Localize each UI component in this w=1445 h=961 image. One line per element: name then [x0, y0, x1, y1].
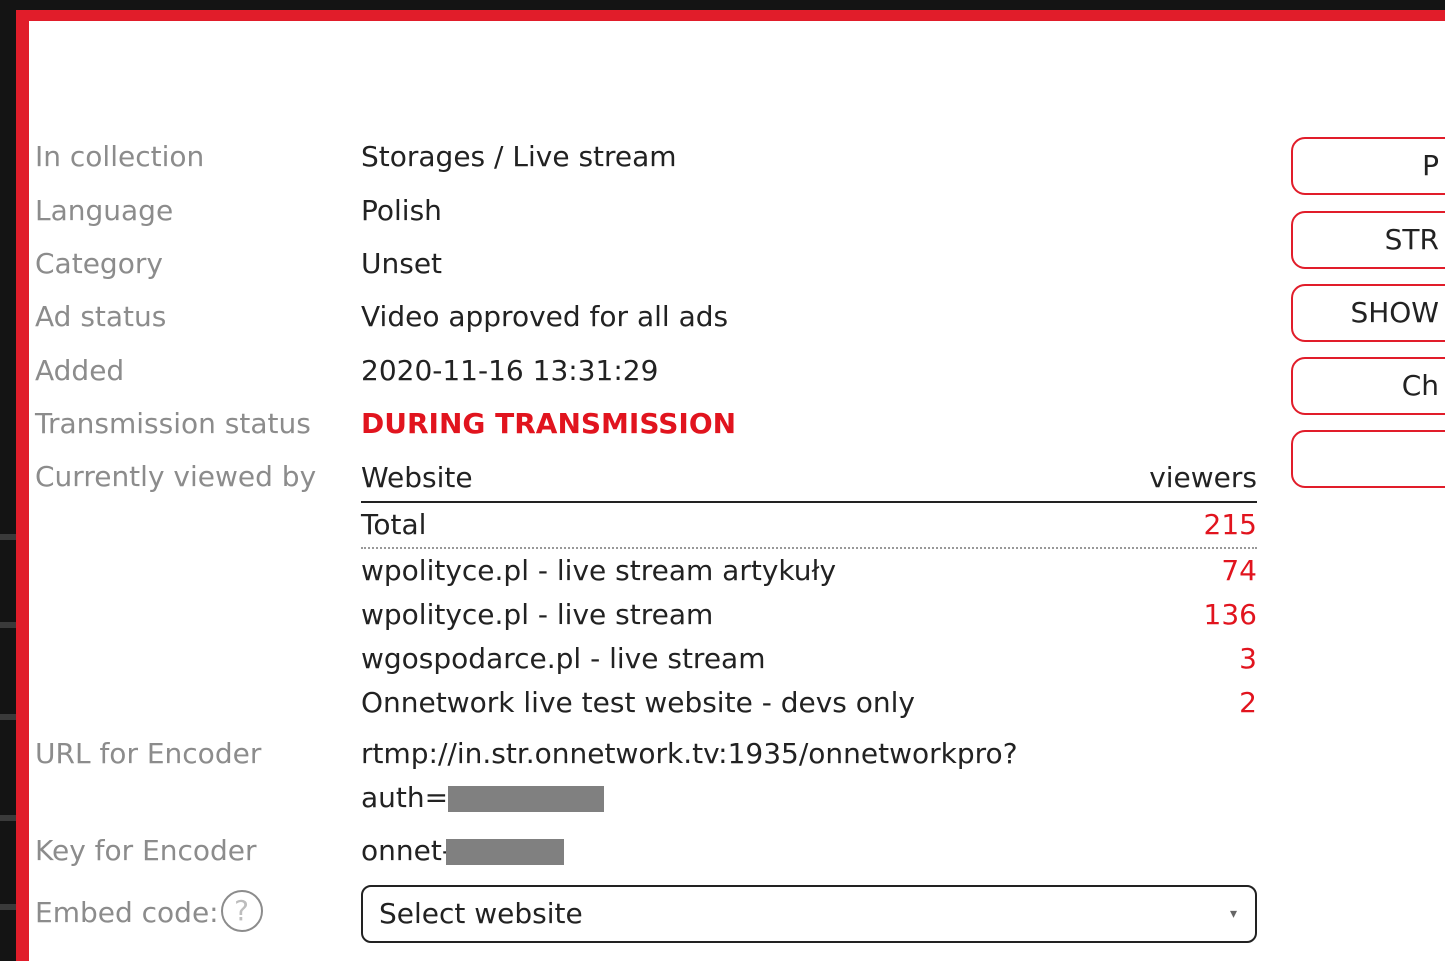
viewers-table-header: Website viewers [361, 457, 1257, 503]
background-stripe [0, 622, 16, 628]
embed-code-text: Embed code: [35, 896, 219, 929]
website-name: wpolityce.pl - live stream [361, 598, 714, 631]
embed-code-label: Embed code:? [35, 890, 263, 932]
table-row: wpolityce.pl - live stream 136 [361, 593, 1257, 637]
category-label: Category [35, 247, 163, 280]
transmission-status-label: Transmission status [35, 407, 311, 440]
side-button-ch[interactable]: Ch [1291, 357, 1445, 415]
website-name: Onnetwork live test website - devs only [361, 686, 915, 719]
encoder-auth-prefix: auth= [361, 781, 449, 814]
side-button-show[interactable]: SHOW [1291, 284, 1445, 342]
table-row: wgospodarce.pl - live stream 3 [361, 637, 1257, 681]
table-row: wpolityce.pl - live stream artykuły 74 [361, 549, 1257, 593]
viewer-count: 74 [1221, 554, 1257, 587]
website-name: wpolityce.pl - live stream artykuły [361, 554, 837, 587]
ad-status-value: Video approved for all ads [361, 300, 729, 333]
background-stripe [0, 534, 16, 540]
help-icon[interactable]: ? [220, 890, 263, 932]
website-select[interactable]: Select website ▾ [361, 885, 1257, 943]
website-select-value: Select website [379, 897, 583, 930]
encoder-key-value: onnet- [361, 833, 564, 869]
background-stripe [0, 904, 16, 910]
total-label: Total [361, 508, 427, 541]
language-label: Language [35, 194, 174, 227]
video-details-panel: In collection Language Category Ad statu… [16, 10, 1445, 961]
encoder-url-label: URL for Encoder [35, 737, 262, 770]
encoder-key-prefix: onnet- [361, 834, 452, 867]
viewer-count: 2 [1239, 686, 1257, 719]
added-label: Added [35, 354, 125, 387]
side-button-1[interactable]: P [1291, 137, 1445, 195]
viewers-table: Website viewers Total 215 wpolityce.pl -… [361, 457, 1257, 725]
ad-status-label: Ad status [35, 300, 167, 333]
category-value: Unset [361, 247, 443, 280]
total-value: 215 [1203, 508, 1257, 541]
website-column-header: Website [361, 461, 473, 494]
website-name: wgospodarce.pl - live stream [361, 642, 766, 675]
encoder-key-label: Key for Encoder [35, 834, 257, 867]
viewers-column-header: viewers [1149, 461, 1257, 494]
encoder-url-line1: rtmp://in.str.onnetwork.tv:1935/onnetwor… [361, 737, 1018, 770]
background-stripe [0, 714, 16, 720]
redacted-auth-token [448, 786, 605, 812]
background-stripe [0, 815, 16, 821]
viewed-by-label: Currently viewed by [35, 460, 317, 493]
viewers-total-row: Total 215 [361, 503, 1257, 549]
encoder-url-line2: auth= [361, 780, 605, 816]
side-button-stream[interactable]: STR [1291, 211, 1445, 269]
added-value: 2020-11-16 13:31:29 [361, 354, 659, 387]
side-button-5[interactable] [1291, 430, 1445, 488]
viewer-count: 136 [1203, 598, 1257, 631]
language-value: Polish [361, 194, 442, 227]
redacted-key [445, 839, 564, 865]
viewer-count: 3 [1239, 642, 1257, 675]
collection-label: In collection [35, 140, 205, 173]
table-row: Onnetwork live test website - devs only … [361, 681, 1257, 725]
transmission-status-value: DURING TRANSMISSION [361, 407, 737, 440]
chevron-down-icon: ▾ [1229, 906, 1237, 922]
collection-value: Storages / Live stream [361, 140, 677, 173]
